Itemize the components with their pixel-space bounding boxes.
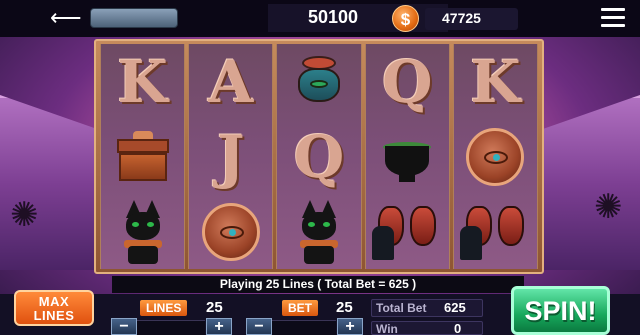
cauldron-icon bbox=[370, 122, 444, 192]
amulet-symbol bbox=[466, 127, 525, 186]
reel-2: AJ bbox=[188, 44, 274, 269]
spin-button[interactable]: SPIN! bbox=[511, 286, 610, 335]
status-line: Playing 25 Lines ( Total Bet = 625 ) bbox=[112, 276, 524, 293]
player-name-field bbox=[90, 8, 178, 28]
catvase-icon bbox=[458, 197, 532, 267]
reels: KAJQQK bbox=[100, 44, 539, 269]
back-arrow-icon[interactable]: ⟵ bbox=[50, 6, 90, 30]
reel-4: Q bbox=[364, 44, 450, 269]
cat-symbol bbox=[294, 199, 344, 264]
total-bet-label: Total Bet bbox=[376, 301, 427, 315]
palm-tree-icon: ✺ bbox=[594, 188, 623, 226]
catvase-icon bbox=[370, 197, 444, 267]
chest-icon bbox=[106, 122, 180, 192]
catvase-symbol bbox=[372, 202, 442, 262]
cat-symbol bbox=[118, 199, 168, 264]
lines-value: 25 bbox=[206, 299, 223, 316]
amulet-icon bbox=[458, 122, 532, 192]
reel-3: Q bbox=[276, 44, 362, 269]
coin-icon[interactable]: $ bbox=[392, 5, 419, 32]
bet-label: BET bbox=[282, 300, 318, 316]
max-lines-label-top: MAX bbox=[38, 294, 70, 309]
symbol-letter-a: A bbox=[194, 47, 268, 117]
lines-stepper-track bbox=[137, 320, 205, 335]
amulet-symbol bbox=[201, 202, 260, 261]
reel-1: K bbox=[100, 44, 186, 269]
chest-symbol bbox=[113, 130, 173, 183]
symbol-letter-text: Q bbox=[381, 47, 433, 116]
symbol-letter-text: K bbox=[117, 47, 168, 116]
lines-increase-button[interactable]: + bbox=[206, 318, 232, 335]
symbol-letter-text: A bbox=[208, 47, 254, 116]
vase-icon bbox=[282, 47, 356, 117]
bet-increase-button[interactable]: + bbox=[337, 318, 363, 335]
hamburger-menu-icon[interactable] bbox=[601, 8, 625, 28]
symbol-letter-k: K bbox=[458, 47, 532, 117]
max-lines-button[interactable]: MAX LINES bbox=[14, 290, 94, 326]
bet-stepper-track bbox=[270, 320, 336, 335]
max-lines-label-bottom: LINES bbox=[33, 308, 75, 323]
vase-symbol bbox=[292, 54, 346, 110]
symbol-letter-j: J bbox=[194, 122, 268, 192]
bet-value: 25 bbox=[336, 299, 353, 316]
palm-tree-icon: ✺ bbox=[10, 196, 39, 234]
lines-decrease-button[interactable]: − bbox=[111, 318, 137, 335]
win-label: Win bbox=[376, 322, 398, 335]
symbol-letter-k: K bbox=[106, 47, 180, 117]
symbol-letter-q: Q bbox=[282, 122, 356, 192]
amulet-icon bbox=[194, 197, 268, 267]
lines-label: LINES bbox=[140, 300, 188, 316]
symbol-letter-text: Q bbox=[293, 122, 345, 191]
reel-5: K bbox=[452, 44, 539, 269]
bet-decrease-button[interactable]: − bbox=[246, 318, 272, 335]
symbol-letter-text: J bbox=[217, 122, 245, 191]
cauldron-symbol bbox=[379, 132, 435, 182]
total-bet-value: 625 bbox=[444, 300, 466, 315]
balance-value: 50100 bbox=[308, 7, 359, 27]
win-value: 0 bbox=[454, 321, 462, 335]
cat-icon bbox=[282, 197, 356, 267]
catvase-symbol bbox=[460, 202, 530, 262]
cat-icon bbox=[106, 197, 180, 267]
coins-value: 47725 bbox=[442, 10, 481, 26]
symbol-letter-q: Q bbox=[370, 47, 444, 117]
symbol-letter-text: K bbox=[470, 47, 521, 116]
